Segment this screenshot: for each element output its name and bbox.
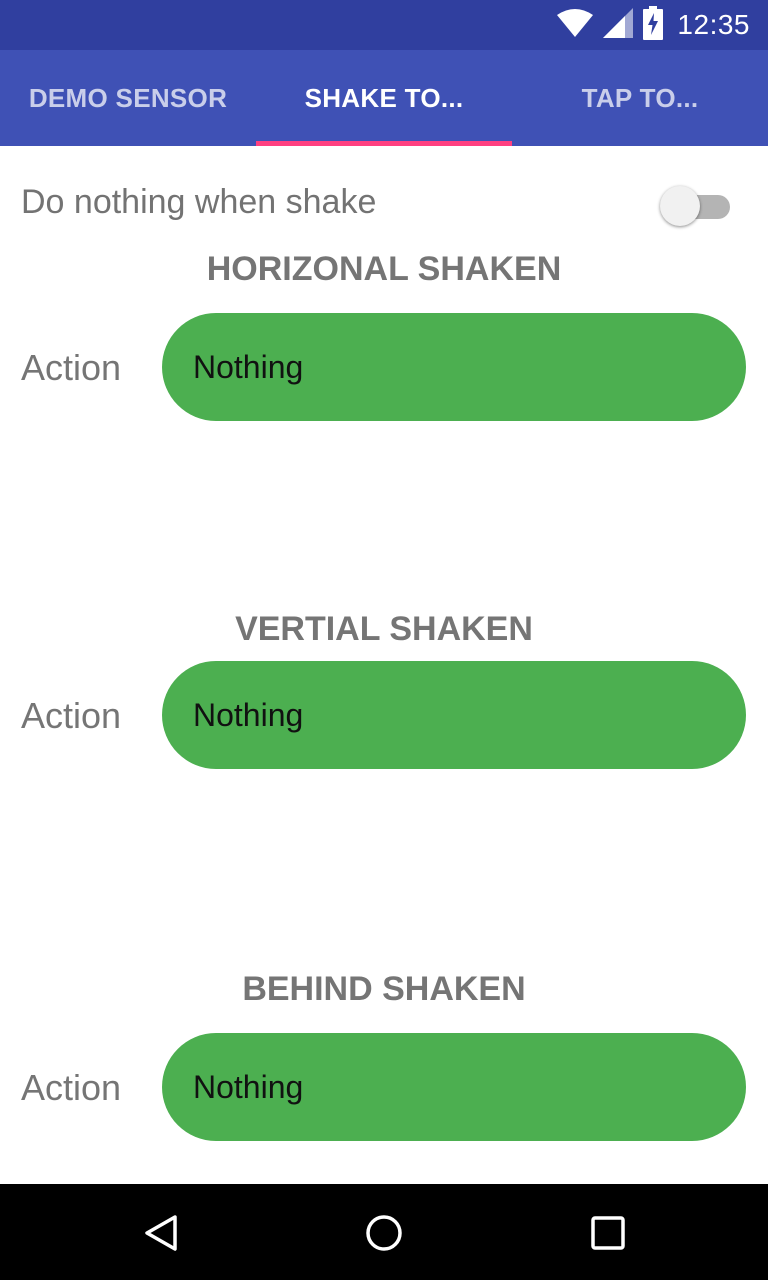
tab-demo-sensor[interactable]: DEMO SENSOR: [0, 50, 256, 146]
horizontal-action-value: Nothing: [193, 348, 304, 385]
behind-action-value: Nothing: [193, 1068, 304, 1105]
action-label: Action: [21, 347, 122, 388]
action-label: Action: [21, 1067, 122, 1108]
vertical-action-selector[interactable]: Nothing: [162, 661, 746, 769]
tab-bar: DEMO SENSOR SHAKE TO... TAP TO...: [0, 50, 768, 146]
tab-indicator: [256, 141, 512, 146]
status-bar: 12:35: [0, 0, 768, 50]
horizontal-shaken-title: HORIZONAL SHAKEN: [206, 250, 562, 288]
do-nothing-label: Do nothing when shake: [21, 183, 377, 221]
switch-thumb[interactable]: [660, 186, 700, 226]
horizontal-action-selector[interactable]: Nothing: [162, 313, 746, 421]
wifi-icon: [557, 8, 594, 43]
vertical-action-value: Nothing: [193, 696, 304, 733]
toggle-row: Do nothing when shake: [0, 178, 768, 232]
status-icons: 12:35: [557, 5, 750, 45]
navigation-bar: [0, 1184, 768, 1280]
vertical-shaken-title: VERTIAL SHAKEN: [235, 610, 533, 648]
home-icon[interactable]: [359, 1208, 409, 1258]
battery-charging-icon: [643, 5, 664, 45]
back-icon[interactable]: [136, 1208, 186, 1258]
behind-shaken-title: BEHIND SHAKEN: [242, 970, 526, 1008]
recents-icon[interactable]: [583, 1208, 633, 1258]
tab-tap-to[interactable]: TAP TO...: [512, 50, 768, 146]
cell-signal-icon: [603, 7, 634, 43]
tab-shake-to[interactable]: SHAKE TO...: [256, 50, 512, 146]
status-time: 12:35: [677, 9, 750, 40]
action-label: Action: [21, 695, 122, 736]
behind-action-selector[interactable]: Nothing: [162, 1033, 746, 1141]
